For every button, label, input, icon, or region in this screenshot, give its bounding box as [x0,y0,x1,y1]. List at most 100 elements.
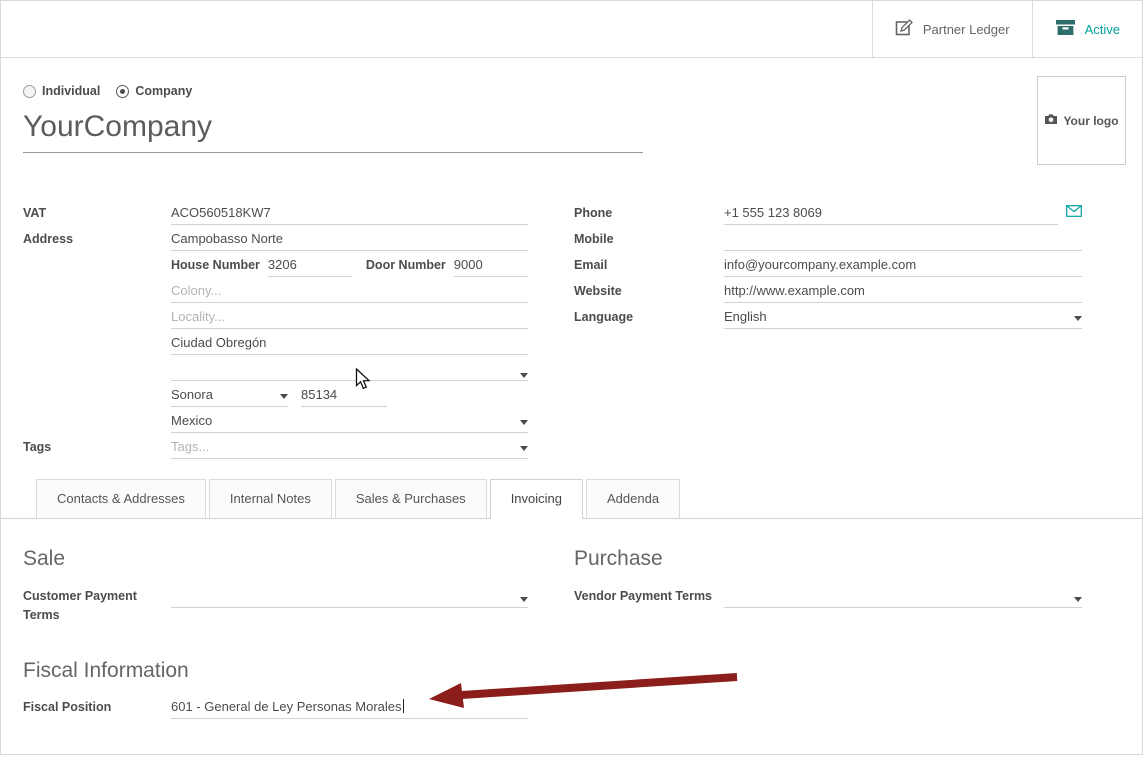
label-spacer [23,298,171,303]
municipality-row [23,355,528,381]
phone-row: Phone +1 555 123 8069 [574,199,1082,225]
left-field-column: VAT ACO560518KW7 Address Campobasso Nort… [23,199,528,459]
door-number-input[interactable]: 9000 [454,257,528,277]
zip-input[interactable]: 85134 [301,387,387,407]
website-row: Website http://www.example.com [574,277,1082,303]
customer-payment-terms-select[interactable] [171,587,528,608]
website-input[interactable]: http://www.example.com [724,283,1082,303]
house-number-input[interactable]: 3206 [268,257,352,277]
label-spacer [23,272,171,277]
chevron-down-icon [520,373,528,378]
chevron-down-icon [280,394,288,399]
state-select[interactable]: Sonora [171,387,288,407]
purchase-heading: Purchase [574,547,1082,571]
tab-internal-notes[interactable]: Internal Notes [209,479,332,518]
label-spacer [23,428,171,433]
phone-input[interactable]: +1 555 123 8069 [724,205,1058,225]
invoicing-tab-content: Sale Customer Payment Terms Purchase Ven… [1,519,1142,719]
tags-placeholder: Tags... [171,439,209,454]
state-value: Sonora [171,387,213,402]
label-spacer [23,350,171,355]
chevron-down-icon [520,446,528,451]
text-cursor [403,699,404,713]
fiscal-position-label: Fiscal Position [23,700,171,719]
colony-input[interactable]: Colony... [171,283,528,303]
partner-form: Individual Company Your logo YourCompany [1,58,1142,459]
individual-radio-label: Individual [42,84,100,98]
email-value: info@yourcompany.example.com [724,257,916,272]
mobile-label: Mobile [574,232,724,251]
municipality-select[interactable] [171,371,528,381]
email-label: Email [574,258,724,277]
vendor-payment-terms-label: Vendor Payment Terms [574,587,724,608]
chevron-down-icon [520,420,528,425]
partner-ledger-label: Partner Ledger [923,22,1010,37]
website-label: Website [574,284,724,303]
company-name-input[interactable]: YourCompany [23,110,643,153]
customer-payment-terms-row: Customer Payment Terms [23,587,528,625]
sms-envelope-icon[interactable] [1066,204,1082,222]
chevron-down-icon [520,597,528,602]
city-input[interactable]: Ciudad Obregón [171,335,528,355]
radio-checked-icon [116,85,129,98]
website-value: http://www.example.com [724,283,865,298]
active-button[interactable]: Active [1032,1,1142,57]
archive-box-icon [1055,19,1076,39]
tab-sales-purchases[interactable]: Sales & Purchases [335,479,487,518]
email-row: Email info@yourcompany.example.com [574,251,1082,277]
company-type-radio-group: Individual Company [23,84,1126,98]
street-row: Address Campobasso Norte [23,225,528,251]
field-columns: VAT ACO560518KW7 Address Campobasso Nort… [23,199,1126,459]
company-logo-upload[interactable]: Your logo [1037,76,1126,165]
vendor-payment-terms-row: Vendor Payment Terms [574,587,1082,608]
partner-form-sheet: Partner Ledger Active Individual Company [0,0,1143,755]
top-bar: Partner Ledger Active [1,1,1142,58]
edit-pencil-icon [895,18,914,40]
tags-row: Tags Tags... [23,433,528,459]
house-door-row: House Number 3206 Door Number 9000 [23,251,528,277]
fiscal-information-section: Fiscal Information Fiscal Position 601 -… [23,659,528,719]
door-number-label: Door Number [366,258,446,272]
fiscal-information-heading: Fiscal Information [23,659,528,683]
country-select[interactable]: Mexico [171,413,528,433]
company-radio[interactable]: Company [116,84,192,98]
country-row: Mexico [23,407,528,433]
individual-radio[interactable]: Individual [23,84,100,98]
language-value: English [724,309,767,324]
vat-row: VAT ACO560518KW7 [23,199,528,225]
notebook-tab-bar: Contacts & Addresses Internal Notes Sale… [1,479,1142,519]
logo-placeholder-label: Your logo [1063,114,1118,128]
chevron-down-icon [1074,597,1082,602]
tab-addenda[interactable]: Addenda [586,479,680,518]
vat-input[interactable]: ACO560518KW7 [171,205,528,225]
phone-label: Phone [574,206,724,225]
fiscal-position-input[interactable]: 601 - General de Ley Personas Morales [171,699,528,719]
partner-ledger-button[interactable]: Partner Ledger [872,1,1032,57]
locality-input[interactable]: Locality... [171,309,528,329]
fiscal-position-row: Fiscal Position 601 - General de Ley Per… [23,699,528,719]
colony-placeholder: Colony... [171,283,221,298]
state-zip-row: Sonora 85134 [23,381,528,407]
phone-value: +1 555 123 8069 [724,205,822,220]
tab-contacts-addresses[interactable]: Contacts & Addresses [36,479,206,518]
email-field[interactable]: info@yourcompany.example.com [724,257,1082,277]
locality-placeholder: Locality... [171,309,225,324]
mobile-input[interactable] [724,246,1082,251]
tab-invoicing[interactable]: Invoicing [490,479,583,519]
mobile-row: Mobile [574,225,1082,251]
fiscal-position-value: 601 - General de Ley Personas Morales [171,699,402,714]
tags-input[interactable]: Tags... [171,439,528,459]
city-value: Ciudad Obregón [171,335,266,350]
tags-label: Tags [23,440,171,459]
right-field-column: Phone +1 555 123 8069 Mobile Email [574,199,1082,459]
vat-label: VAT [23,206,171,225]
language-select[interactable]: English [724,309,1082,329]
sale-section: Sale Customer Payment Terms [23,547,528,625]
locality-row: Locality... [23,303,528,329]
vendor-payment-terms-select[interactable] [724,587,1082,608]
chevron-down-icon [1074,316,1082,321]
street-value: Campobasso Norte [171,231,283,246]
street-input[interactable]: Campobasso Norte [171,231,528,251]
country-value: Mexico [171,413,212,428]
camera-icon [1044,113,1058,128]
